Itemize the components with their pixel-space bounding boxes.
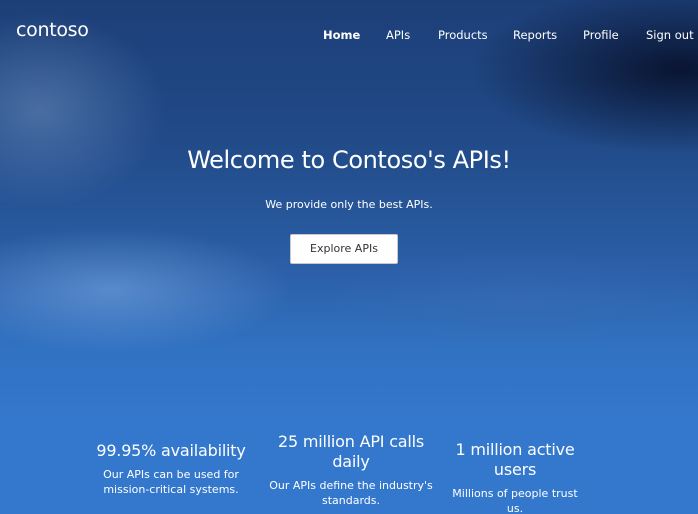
hero-subtitle: We provide only the best APIs. [265, 198, 433, 211]
feature-text: Our APIs define the industry's standards… [269, 479, 433, 507]
page-background: contoso Home APIs Products Reports Profi… [0, 0, 698, 514]
feature-text: Millions of people trust us. [452, 487, 578, 514]
main-nav: Home APIs Products Reports Profile Sign … [0, 28, 698, 44]
nav-products-link[interactable]: Products [438, 28, 488, 42]
feature-active-users: 1 million active users Millions of peopl… [452, 440, 578, 514]
hero-title: Welcome to Contoso's APIs! [187, 146, 511, 174]
nav-apis-link[interactable]: APIs [386, 28, 410, 42]
site-header: contoso Home APIs Products Reports Profi… [0, 0, 698, 70]
feature-title: 25 million API calls daily [277, 432, 425, 471]
nav-reports-link[interactable]: Reports [513, 28, 557, 42]
feature-availability: 99.95% availability Our APIs can be used… [96, 441, 246, 497]
nav-sign-out-link[interactable]: Sign out [646, 28, 694, 42]
explore-apis-button[interactable]: Explore APIs [290, 234, 398, 264]
feature-title: 1 million active users [455, 440, 575, 479]
feature-api-calls: 25 million API calls daily Our APIs defi… [268, 432, 434, 508]
nav-home-link[interactable]: Home [323, 28, 360, 42]
feature-title: 99.95% availability [96, 441, 246, 460]
feature-text: Our APIs can be used for mission-critica… [103, 468, 239, 496]
nav-profile-link[interactable]: Profile [583, 28, 619, 42]
